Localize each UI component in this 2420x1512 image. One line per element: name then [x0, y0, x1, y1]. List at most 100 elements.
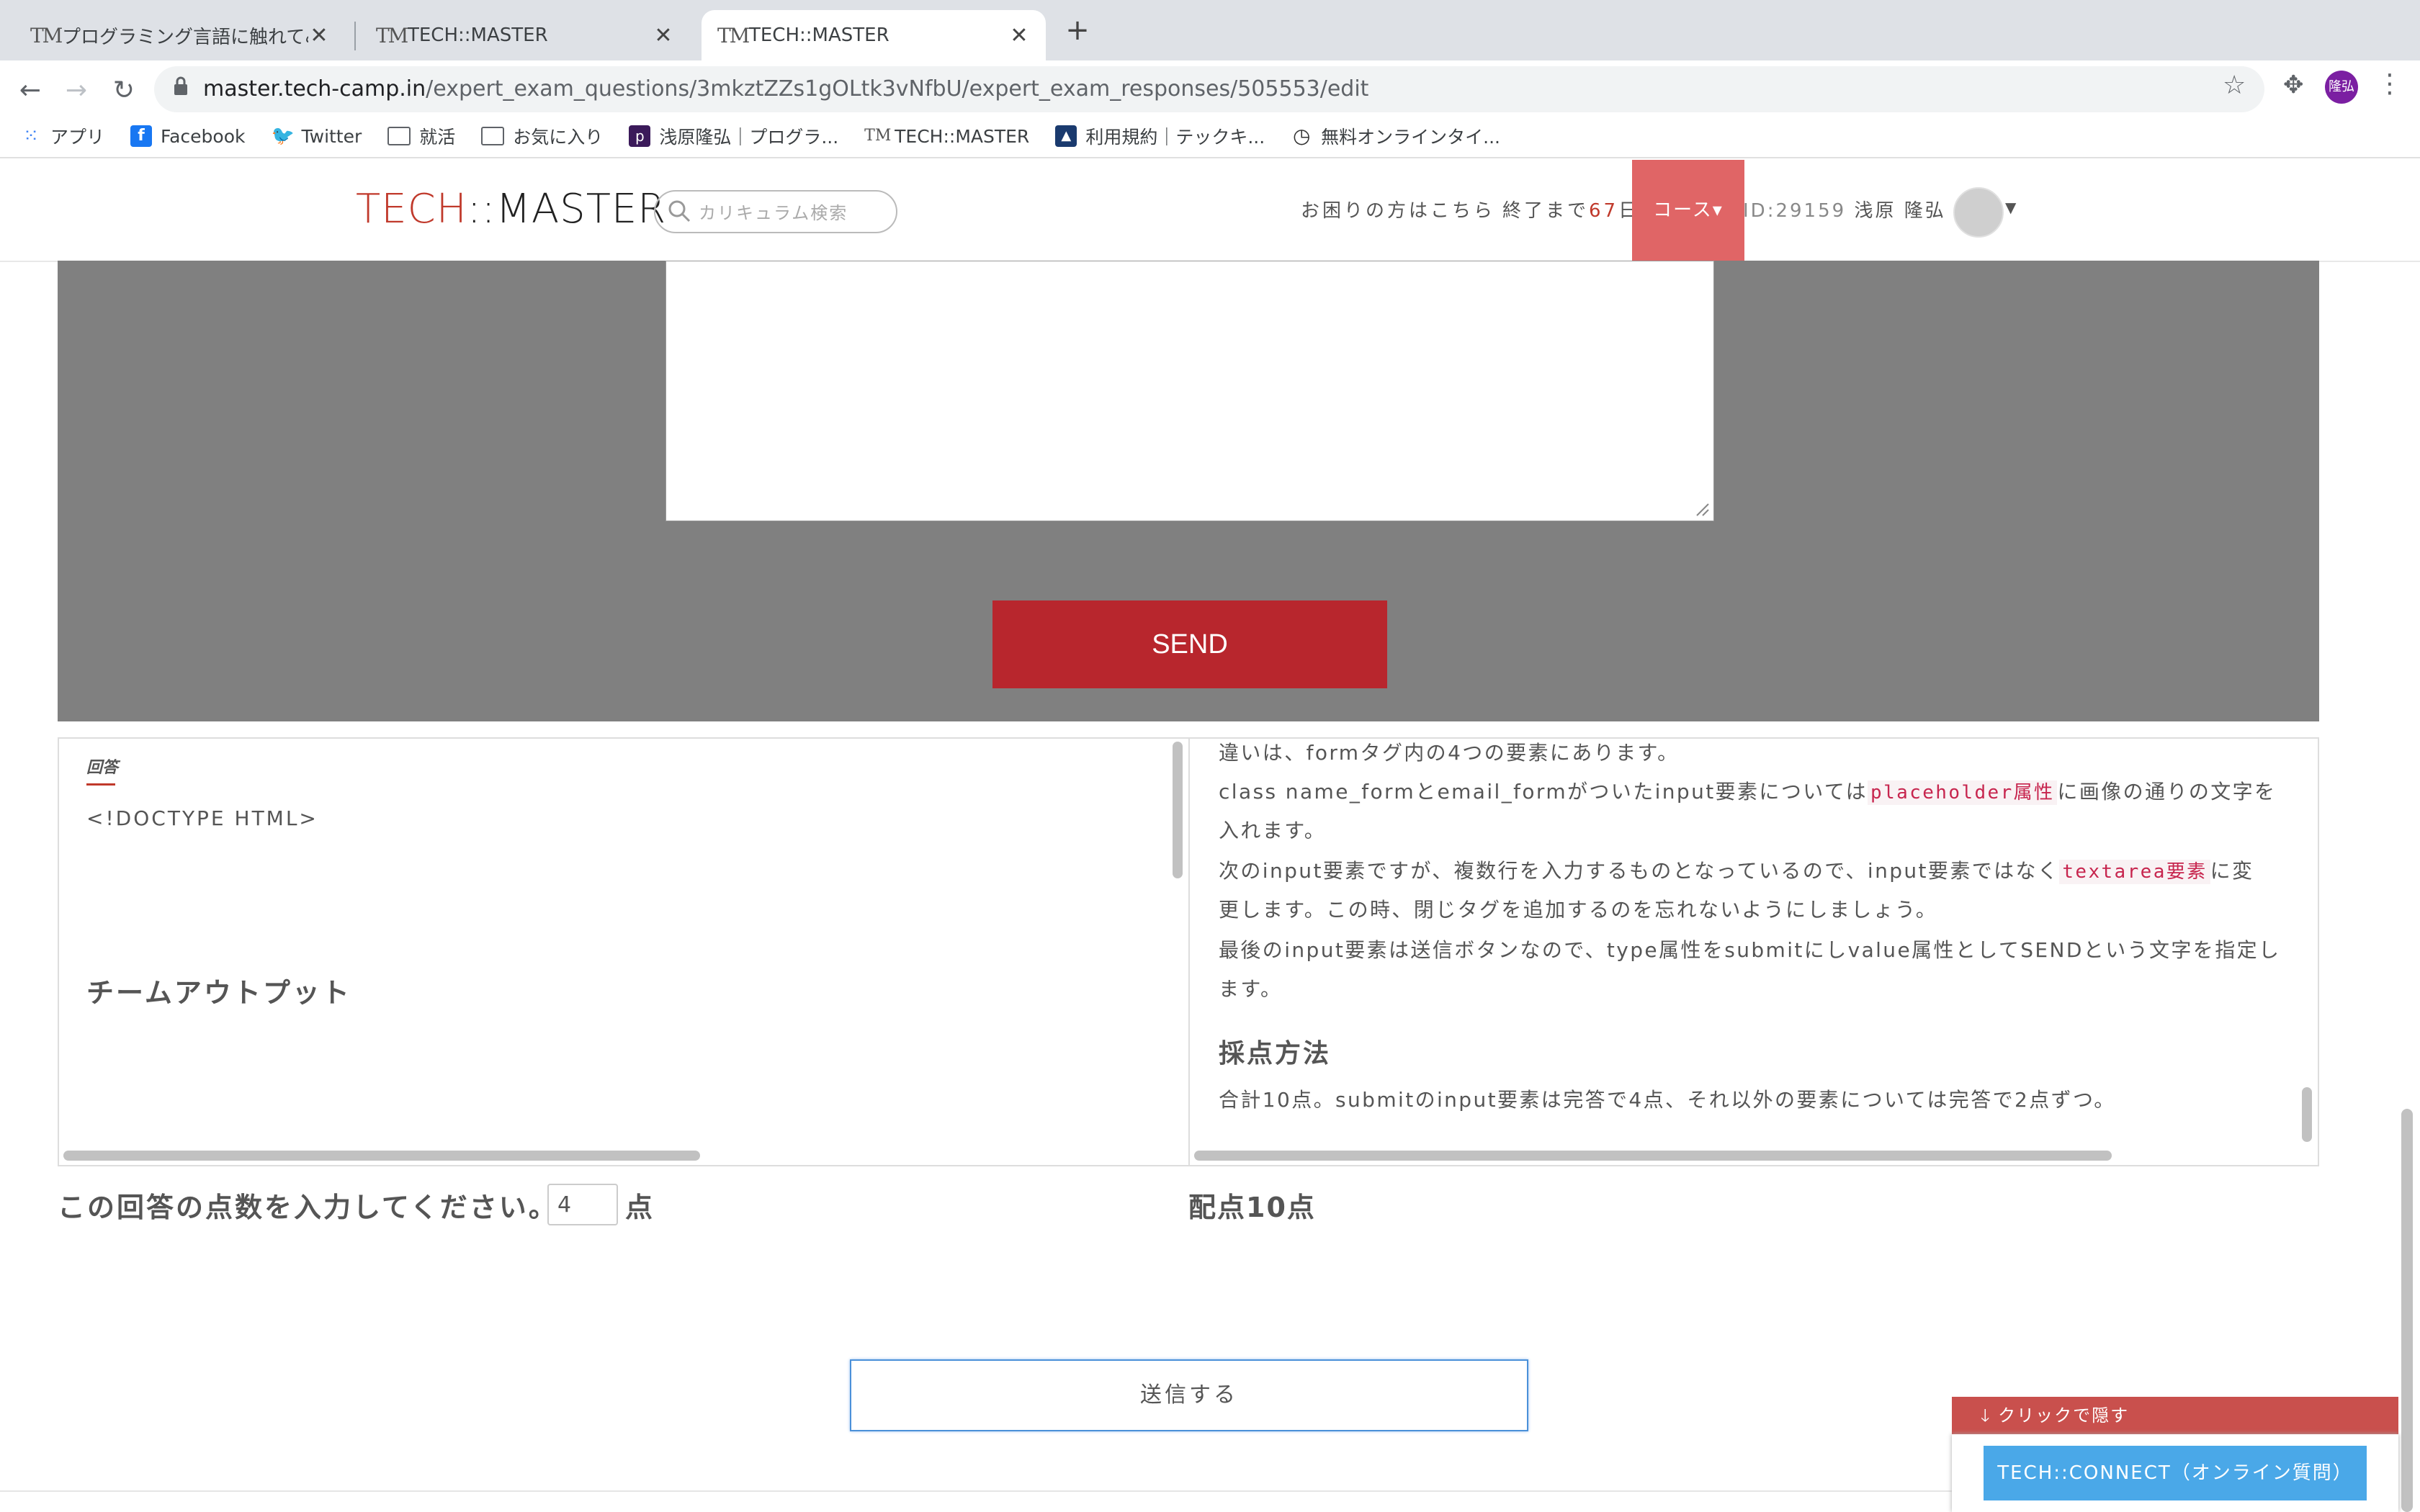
explanation-line: 更します。この時、閉じタグを追加するのを忘れないようにしましょう。: [1219, 898, 1938, 922]
url-host: master.tech-camp.in: [203, 76, 426, 102]
resize-grip-icon[interactable]: [1694, 501, 1710, 517]
url-text[interactable]: master.tech-camp.in/expert_exam_question…: [203, 71, 1368, 108]
tech-connect-button[interactable]: TECH::CONNECT（オンライン質問）: [1984, 1446, 2367, 1500]
extensions-puzzle-icon[interactable]: ✥: [2283, 71, 2304, 99]
explanation-text: に画像の通りの文字を: [2057, 780, 2277, 804]
triangle-icon: ▲: [1055, 125, 1077, 147]
bookmarks-bar: ⁙ アプリ f Facebook 🐦 Twitter 就活 お気に入り p 浅原…: [0, 114, 2420, 158]
close-icon[interactable]: ✕: [308, 23, 330, 48]
max-points: 配点10点: [1188, 1192, 1316, 1223]
explanation-line: 入れます。: [1219, 819, 1327, 842]
explanation-line: class name_formとemail_formがついたinput要素につい…: [1219, 776, 2276, 805]
new-tab-plus-icon[interactable]: +: [1062, 16, 1093, 46]
inline-code: placeholder属性: [1868, 780, 2058, 805]
remaining-days: 終了まで67日: [1502, 196, 1640, 222]
user-id: ID:29159: [1743, 200, 1847, 222]
remain-days-number: 67: [1589, 200, 1619, 222]
back-arrow-icon[interactable]: ←: [10, 71, 50, 111]
bookmark-label: Facebook: [161, 125, 246, 147]
tab-favicon: TM: [376, 23, 408, 48]
bookmark-item[interactable]: TM TECH::MASTER: [864, 125, 1029, 147]
score-input[interactable]: [547, 1184, 618, 1225]
answer-label: 回答: [86, 759, 119, 777]
bookmark-label: TECH::MASTER: [895, 125, 1030, 147]
submit-button[interactable]: 送信する: [850, 1359, 1528, 1431]
browser-tab[interactable]: TM プログラミング言語に触れてみよう ✕: [14, 10, 346, 60]
explanation-line: 次のinput要素ですが、複数行を入力するものとなっているので、input要素で…: [1219, 855, 2254, 884]
explanation-horizontal-scrollbar[interactable]: [1194, 1151, 2112, 1161]
bookmark-item[interactable]: ⁙ アプリ: [20, 123, 104, 149]
scoring-method-heading: 採点方法: [1219, 1039, 1332, 1068]
url-path: /expert_exam_questions/3mkztZZs1gOLtk3vN…: [426, 76, 1369, 102]
lock-icon: [174, 76, 187, 95]
site-logo[interactable]: TECH::MASTER: [356, 186, 666, 233]
hide-label: クリックで隠す: [1998, 1405, 2130, 1426]
answer-heading-team-output: チームアウトプット: [86, 977, 351, 1009]
explanation-text: class name_formとemail_formがついたinput要素につい…: [1219, 780, 1868, 804]
close-icon[interactable]: ✕: [653, 23, 674, 48]
answer-vertical-scrollbar[interactable]: [1173, 742, 1183, 878]
browser-menu-icon[interactable]: ⋮: [2377, 69, 2403, 99]
score-unit: 点: [625, 1192, 653, 1223]
bookmark-label: お気に入り: [513, 127, 604, 148]
browser-tab-active[interactable]: TM TECH::MASTER ✕: [702, 10, 1046, 60]
user-avatar[interactable]: [1953, 187, 2004, 238]
logo-master: ::MASTER: [467, 186, 667, 233]
user-name: 浅原 隆弘: [1854, 200, 1946, 222]
bookmark-item[interactable]: 🐦 Twitter: [271, 125, 362, 147]
tab-title: プログラミング言語に触れてみよう: [62, 26, 308, 48]
logo-tech: TECH: [356, 186, 467, 233]
answer-underline: [86, 783, 115, 786]
explanation-text: 次のinput要素ですが、複数行を入力するものとなっているので、input要素で…: [1219, 859, 2060, 883]
bookmark-label: アプリ: [50, 127, 105, 148]
explanation-text: に変: [2210, 859, 2254, 883]
remain-prefix: 終了まで: [1502, 200, 1590, 222]
tab-favicon: TM: [717, 23, 750, 48]
tab-separator: [354, 22, 356, 50]
clock-icon: ◷: [1292, 124, 1311, 148]
explanation-vertical-scrollbar[interactable]: [2302, 1087, 2312, 1142]
bookmark-item[interactable]: ◷ 無料オンラインタイ...: [1291, 123, 1500, 149]
bookmark-item[interactable]: ▲ 利用規約｜テックキ...: [1055, 123, 1265, 149]
course-dropdown-button[interactable]: コース▾: [1632, 160, 1744, 261]
profile-avatar[interactable]: 隆弘: [2325, 71, 2358, 104]
user-info: ID:29159 浅原 隆弘: [1743, 196, 1946, 222]
apps-grid-icon: ⁙: [23, 125, 39, 147]
bookmark-label: 浅原隆弘｜プログラ...: [659, 127, 839, 148]
score-prompt: この回答の点数を入力してください。: [58, 1192, 558, 1223]
p-icon: p: [629, 125, 651, 147]
explanation-line: 違いは、formタグ内の4つの要素にあります。: [1219, 741, 1680, 765]
bookmark-star-icon[interactable]: ☆: [2223, 71, 2246, 100]
search-icon: [668, 200, 691, 222]
bookmark-folder[interactable]: 就活: [387, 123, 455, 149]
arrow-down-icon: 🡓: [1981, 1405, 1999, 1426]
tab-title: TECH::MASTER: [749, 24, 889, 46]
explanation-line: ます。: [1219, 977, 1283, 1001]
forward-arrow-icon[interactable]: →: [56, 71, 97, 111]
close-icon[interactable]: ✕: [1008, 23, 1030, 48]
bookmark-label: 就活: [419, 127, 456, 148]
twitter-icon: 🐦: [271, 125, 295, 147]
bookmark-item[interactable]: p 浅原隆弘｜プログラ...: [629, 123, 838, 149]
page-scrollbar[interactable]: [2401, 1109, 2413, 1512]
explanation-line: 最後のinput要素は送信ボタンなので、type属性をsubmitにしvalue…: [1219, 938, 2281, 962]
reload-icon[interactable]: ↻: [104, 71, 144, 111]
preview-textarea[interactable]: [666, 261, 1714, 521]
scoring-method-text: 合計10点。submitのinput要素は完答で4点、それ以外の要素については完…: [1219, 1088, 2116, 1112]
tab-favicon: TM: [30, 23, 63, 48]
chevron-down-icon[interactable]: ▼: [2005, 199, 2016, 216]
bookmark-label: 利用規約｜テックキ...: [1085, 127, 1265, 148]
inline-code: textarea要素: [2059, 860, 2210, 884]
bookmark-label: Twitter: [301, 125, 362, 147]
folder-icon: [387, 127, 411, 145]
search-placeholder: カリキュラム検索: [699, 203, 848, 223]
bookmark-item[interactable]: f Facebook: [130, 125, 245, 147]
browser-tab[interactable]: TM TECH::MASTER ✕: [360, 10, 690, 60]
bookmark-folder[interactable]: お気に入り: [481, 123, 603, 149]
tm-icon: TM: [864, 127, 892, 145]
answer-horizontal-scrollbar[interactable]: [63, 1151, 700, 1161]
help-link[interactable]: お困りの方はこちら: [1301, 196, 1495, 222]
connect-widget-hide-toggle[interactable]: 🡓 クリックで隠す: [1952, 1397, 2398, 1434]
preview-send-button[interactable]: SEND: [992, 600, 1387, 688]
answer-panel: [58, 737, 1190, 1166]
